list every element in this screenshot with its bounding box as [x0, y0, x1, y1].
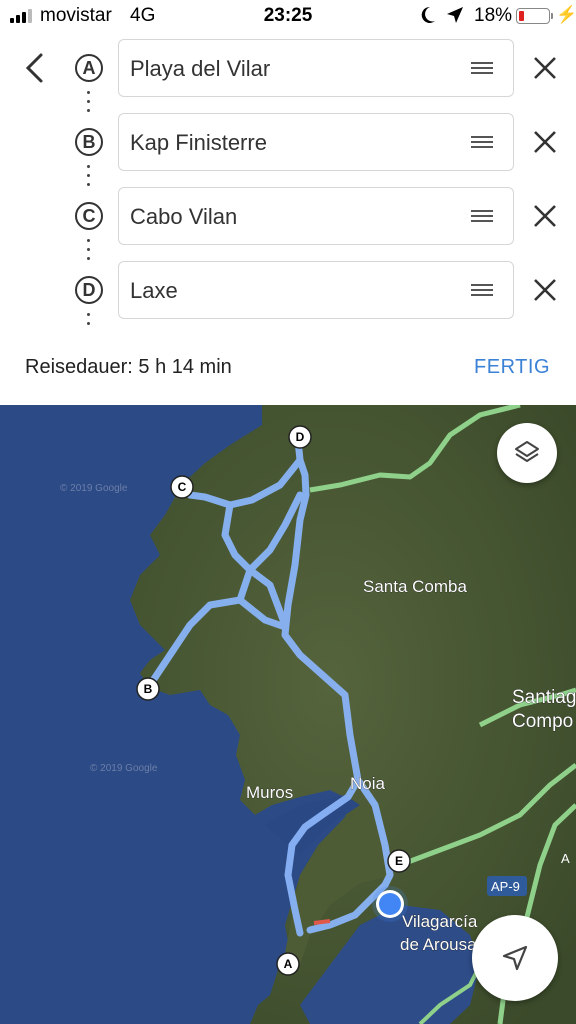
stop-name-a: Playa del Vilar: [130, 56, 271, 81]
drag-handle-icon[interactable]: [471, 62, 493, 77]
battery-icon: [516, 8, 550, 24]
drag-handle-icon[interactable]: [471, 136, 493, 151]
map-watermark: © 2019 Google: [60, 483, 128, 494]
map-marker-a[interactable]: A: [276, 952, 300, 976]
stop-row-a: A Playa del Vilar: [0, 38, 576, 98]
navigation-arrow-icon: [502, 945, 528, 971]
status-bar: movistar 4G 23:25 18% ⚡: [0, 0, 576, 34]
navigate-button[interactable]: [472, 915, 558, 1001]
map-marker-d[interactable]: D: [288, 425, 312, 449]
stop-input-d[interactable]: Laxe: [118, 261, 514, 319]
stop-row-d: D Laxe: [0, 260, 576, 320]
trip-duration: Reisedauer: 5 h 14 min: [25, 356, 232, 378]
layers-icon: [515, 441, 539, 462]
drag-handle-icon[interactable]: [471, 284, 493, 299]
stop-name-b: Kap Finisterre: [130, 130, 267, 155]
traffic-segment: [313, 919, 331, 925]
place-label: Noia: [350, 774, 386, 793]
map-watermark: © 2019 Google: [90, 763, 158, 774]
stop-badge-c: C: [75, 202, 103, 230]
place-label: Muros: [246, 783, 293, 802]
map-layers-button[interactable]: [497, 423, 557, 483]
svg-text:E: E: [395, 854, 403, 868]
stop-badge-d: D: [75, 276, 103, 304]
svg-text:B: B: [144, 682, 153, 696]
place-label: Compo: [512, 711, 573, 732]
map-marker-e[interactable]: E: [387, 849, 411, 873]
battery-percent: 18%: [474, 5, 513, 26]
stop-input-c[interactable]: Cabo Vilan: [118, 187, 514, 245]
stop-row-c: C Cabo Vilan: [0, 186, 576, 246]
stop-row-b: B Kap Finisterre: [0, 112, 576, 172]
stop-badge-a: A: [75, 54, 103, 82]
place-label: Santa Comba: [363, 577, 467, 596]
svg-text:A: A: [284, 957, 293, 971]
charging-icon: ⚡: [556, 5, 576, 24]
current-location-dot: [372, 886, 408, 922]
remove-stop-a-button[interactable]: [532, 55, 558, 81]
drag-handle-icon[interactable]: [471, 210, 493, 225]
stop-input-a[interactable]: Playa del Vilar: [118, 39, 514, 97]
map-marker-c[interactable]: C: [170, 475, 194, 499]
place-label: Santiag: [512, 687, 576, 708]
place-label: de Arousa: [400, 935, 477, 954]
remove-stop-b-button[interactable]: [532, 129, 558, 155]
remove-stop-c-button[interactable]: [532, 203, 558, 229]
svg-text:C: C: [178, 480, 187, 494]
map-view[interactable]: © 2019 Google © 2019 Google Santa Comba …: [0, 405, 576, 1024]
battery-tip: [551, 13, 553, 19]
road-badge-label: AP-9: [491, 879, 520, 894]
route-connector-dots: [87, 313, 91, 331]
location-arrow-icon: [446, 6, 464, 30]
remove-stop-d-button[interactable]: [532, 277, 558, 303]
stop-name-c: Cabo Vilan: [130, 204, 238, 229]
road-label: A: [561, 851, 570, 866]
stop-input-b[interactable]: Kap Finisterre: [118, 113, 514, 171]
stop-name-d: Laxe: [130, 278, 178, 303]
map-marker-b[interactable]: B: [136, 677, 160, 701]
done-button[interactable]: FERTIG: [474, 356, 550, 379]
road-badge-ap9: AP-9: [487, 876, 527, 896]
do-not-disturb-icon: [420, 6, 436, 30]
svg-text:D: D: [296, 430, 305, 444]
place-label: Vilagarcía: [402, 912, 478, 931]
stop-badge-b: B: [75, 128, 103, 156]
